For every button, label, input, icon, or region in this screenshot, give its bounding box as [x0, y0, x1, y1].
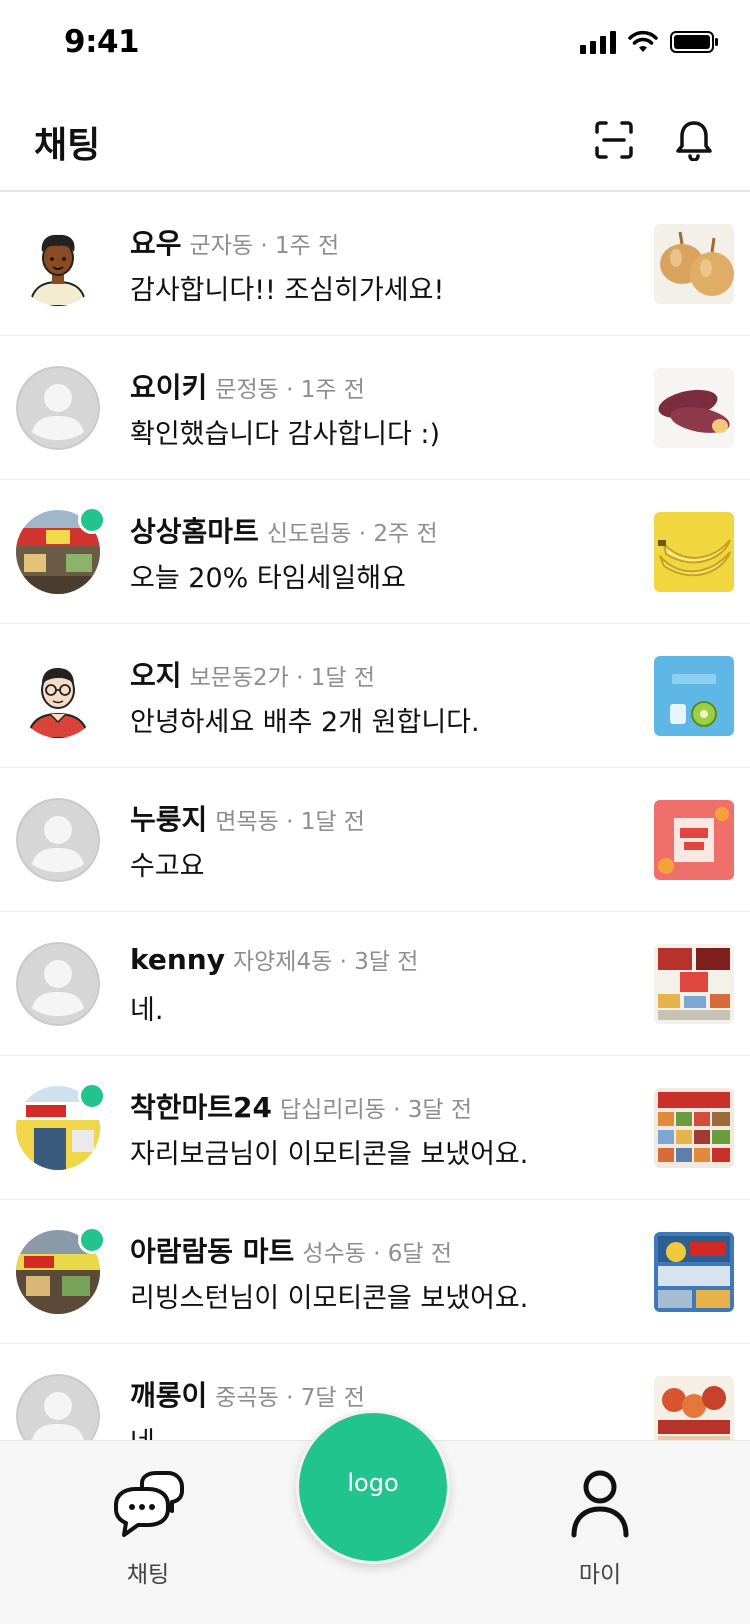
chat-meta: 신도림동 · 2주 전	[266, 521, 438, 547]
chat-meta: 답십리리동 · 3달 전	[280, 1097, 473, 1123]
cellular-signal-icon	[580, 30, 616, 54]
chat-user-name: 깨롱이	[130, 1379, 208, 1412]
chat-name-line: 누룽지 면목동 · 1달 전	[130, 798, 365, 838]
product-thumbnail	[654, 1232, 734, 1312]
chat-list-item[interactable]: 요우 군자동 · 1주 전 감사합니다!! 조심히가세요!	[0, 192, 750, 336]
app-header: 채팅	[0, 96, 750, 192]
chat-meta: 중곡동 · 7달 전	[215, 1385, 365, 1411]
chat-meta: 면목동 · 1달 전	[215, 809, 365, 835]
chat-list-item[interactable]: 누룽지 면목동 · 1달 전 수고요	[0, 768, 750, 912]
notification-button[interactable]	[666, 112, 722, 168]
avatar	[16, 654, 100, 738]
chat-name-line: 요우 군자동 · 1주 전	[130, 222, 339, 262]
illustrated-glasses-man-avatar-icon	[16, 654, 100, 738]
chat-name-line: 상상홈마트 신도림동 · 2주 전	[130, 510, 438, 550]
product-thumbnail	[654, 512, 734, 592]
avatar	[16, 222, 100, 306]
person-icon	[571, 1470, 629, 1538]
chat-meta: 보문동2가 · 1달 전	[189, 665, 376, 691]
chat-last-message: 수고요	[130, 851, 205, 882]
chat-name-line: 오지 보문동2가 · 1달 전	[130, 654, 375, 694]
chat-list-item[interactable]: 아람람동 마트 성수동 · 6달 전 리빙스턴님이 이모티콘을 보냈어요.	[0, 1200, 750, 1344]
chat-user-name: 요우	[130, 227, 182, 260]
home-logo-button[interactable]: logo	[296, 1410, 450, 1564]
bell-icon	[676, 121, 712, 161]
chat-list-item[interactable]: kenny 자양제4동 · 3달 전 네.	[0, 912, 750, 1056]
chat-list-item[interactable]: 요이키 문정동 · 1주 전 확인했습니다 감사합니다 :)	[0, 336, 750, 480]
chat-user-name: kenny	[130, 943, 225, 976]
tab-chat[interactable]: 채팅	[88, 1465, 208, 1589]
avatar	[16, 366, 100, 450]
chat-list: 요우 군자동 · 1주 전 감사합니다!! 조심히가세요! 요이키 문정동 · …	[0, 192, 750, 1488]
chat-user-name: 상상홈마트	[130, 515, 259, 548]
product-thumbnail	[654, 656, 734, 736]
chat-last-message: 자리보금님이 이모티콘을 보냈어요.	[130, 1139, 529, 1170]
default-avatar-icon	[16, 942, 100, 1026]
flyer-thumbnail-icon	[654, 944, 734, 1024]
tab-my[interactable]: 마이	[540, 1465, 660, 1589]
chat-name-line: 아람람동 마트 성수동 · 6달 전	[130, 1230, 452, 1270]
page-title: 채팅	[34, 125, 101, 166]
chat-name-line: 착한마트24 답십리리동 · 3달 전	[130, 1086, 472, 1126]
chat-last-message: 감사합니다!! 조심히가세요!	[130, 275, 445, 306]
product-thumbnail	[654, 944, 734, 1024]
default-avatar-icon	[16, 798, 100, 882]
chat-user-name: 요이키	[130, 371, 208, 404]
tab-chat-label: 채팅	[126, 1562, 170, 1588]
chat-bubbles-icon	[114, 1471, 184, 1537]
chat-last-message: 리빙스턴님이 이모티콘을 보냈어요.	[130, 1283, 529, 1314]
big-sale-thumbnail-icon	[654, 656, 734, 736]
chat-name-line: 깨롱이 중곡동 · 7달 전	[130, 1374, 365, 1414]
status-bar: 9:41	[0, 0, 750, 88]
flyer-thumbnail-icon	[654, 1232, 734, 1312]
scan-icon	[595, 121, 633, 159]
online-status-dot	[78, 506, 106, 534]
wifi-icon	[628, 30, 658, 52]
product-thumbnail	[654, 224, 734, 304]
product-thumbnail	[654, 800, 734, 880]
chat-list-item[interactable]: 착한마트24 답십리리동 · 3달 전 자리보금님이 이모티콘을 보냈어요.	[0, 1056, 750, 1200]
online-status-dot	[78, 1226, 106, 1254]
chat-meta: 자양제4동 · 3달 전	[232, 949, 419, 975]
chat-last-message: 확인했습니다 감사합니다 :)	[130, 419, 441, 450]
chat-name-line: kenny 자양제4동 · 3달 전	[130, 942, 418, 976]
status-icons	[580, 30, 720, 54]
battery-icon	[670, 31, 718, 53]
product-thumbnail	[654, 368, 734, 448]
online-status-dot	[78, 1082, 106, 1110]
chat-user-name: 오지	[130, 659, 182, 692]
sweet-potato-thumbnail-icon	[654, 368, 734, 448]
product-thumbnail	[654, 1088, 734, 1168]
chat-last-message: 오늘 20% 타임세일해요	[130, 563, 406, 594]
flyer-thumbnail-icon	[654, 1088, 734, 1168]
chat-name-line: 요이키 문정동 · 1주 전	[130, 366, 365, 406]
chat-last-message: 안녕하세요 배추 2개 원합니다.	[130, 707, 480, 738]
chat-meta: 성수동 · 6달 전	[302, 1241, 452, 1267]
banana-thumbnail-icon	[654, 512, 734, 592]
chat-user-name: 착한마트24	[130, 1091, 273, 1124]
chat-last-message: 네.	[130, 995, 164, 1026]
onions-thumbnail-icon	[654, 224, 734, 304]
avatar	[16, 942, 100, 1026]
status-time: 9:41	[64, 24, 140, 60]
tab-my-label: 마이	[578, 1562, 622, 1588]
chat-user-name: 아람람동 마트	[130, 1235, 295, 1268]
chat-list-item[interactable]: 오지 보문동2가 · 1달 전 안녕하세요 배추 2개 원합니다.	[0, 624, 750, 768]
chat-meta: 군자동 · 1주 전	[189, 233, 340, 259]
illustrated-man-avatar-icon	[16, 222, 100, 306]
chat-user-name: 누룽지	[130, 803, 208, 836]
logo-label: logo	[347, 1469, 399, 1497]
default-avatar-icon	[16, 366, 100, 450]
chat-meta: 문정동 · 1주 전	[215, 377, 365, 403]
sale-50-off-thumbnail-icon	[654, 800, 734, 880]
scan-button[interactable]	[586, 112, 642, 168]
chat-list-item[interactable]: 상상홈마트 신도림동 · 2주 전 오늘 20% 타임세일해요	[0, 480, 750, 624]
avatar	[16, 798, 100, 882]
